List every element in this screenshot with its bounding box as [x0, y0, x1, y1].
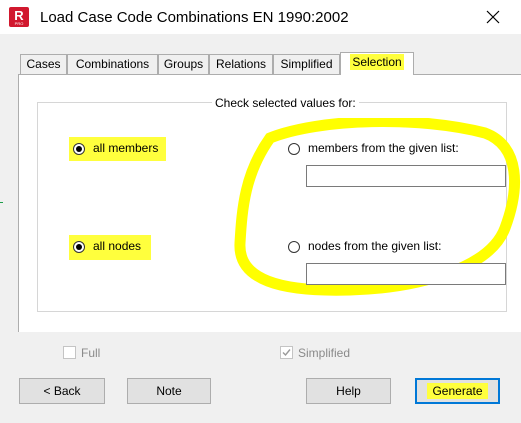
all-nodes-label: all nodes [93, 239, 142, 253]
back-button[interactable]: < Back [19, 378, 105, 404]
tab-cases-label: Cases [26, 57, 61, 71]
nodes-list-input[interactable] [306, 263, 506, 285]
app-icon-sub: PRO [14, 21, 24, 26]
full-label: Full [81, 346, 101, 360]
full-checkbox[interactable] [63, 346, 76, 359]
tab-combinations[interactable]: Combinations [67, 54, 158, 74]
robot-app-icon: R PRO [9, 7, 29, 27]
all-members-label: all members [93, 141, 159, 155]
tab-relations-label: Relations [215, 57, 267, 71]
members-list-input[interactable] [306, 165, 506, 187]
nodes-list-radio[interactable] [288, 241, 300, 253]
members-list-radio[interactable] [288, 143, 300, 155]
generate-button[interactable]: Generate [415, 378, 500, 404]
tab-groups[interactable]: Groups [158, 54, 209, 74]
all-members-radio[interactable] [73, 143, 85, 155]
tab-simplified[interactable]: Simplified [273, 54, 340, 74]
background-edge-green [0, 202, 3, 203]
tab-cases[interactable]: Cases [20, 54, 67, 74]
members-list-label: members from the given list: [308, 141, 459, 155]
tab-groups-label: Groups [163, 57, 204, 71]
group-title: Check selected values for: [212, 96, 359, 110]
tab-relations[interactable]: Relations [209, 54, 273, 74]
all-nodes-radio[interactable] [73, 241, 85, 253]
close-icon [486, 10, 500, 24]
tab-combinations-label: Combinations [75, 57, 150, 71]
tab-simplified-label: Simplified [280, 57, 333, 71]
note-button[interactable]: Note [127, 378, 211, 404]
window-title: Load Case Code Combinations EN 1990:2002 [40, 9, 349, 26]
simplified-label: Simplified [298, 346, 351, 360]
close-button[interactable] [478, 4, 508, 30]
check-mark-icon [282, 349, 291, 357]
simplified-checkbox[interactable] [280, 346, 293, 359]
tab-selection-label: Selection [350, 54, 404, 70]
help-button[interactable]: Help [306, 378, 391, 404]
tab-selection[interactable]: Selection [340, 52, 414, 75]
nodes-list-label: nodes from the given list: [308, 239, 442, 253]
generate-label: Generate [427, 383, 488, 399]
